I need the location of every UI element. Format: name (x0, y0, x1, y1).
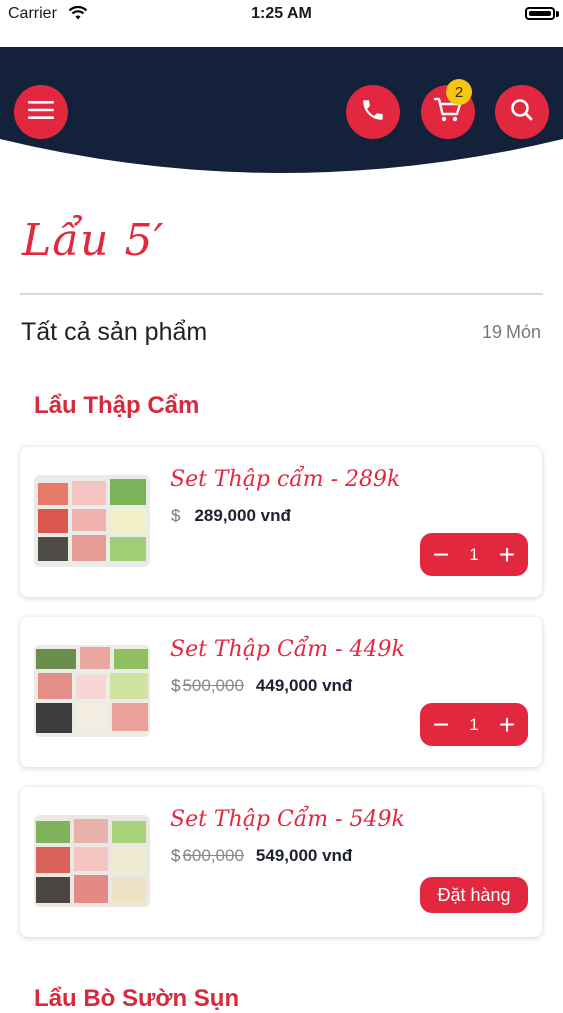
cart-count-badge: 2 (446, 79, 472, 105)
product-name: Set Thập cẩm - 289k (170, 467, 401, 492)
search-button[interactable] (495, 85, 549, 139)
current-price: 449,000 vnđ (255, 676, 353, 695)
clock: 1:25 AM (251, 5, 312, 22)
increase-button[interactable]: + (496, 710, 518, 739)
quantity-stepper[interactable]: − 1 + (420, 703, 528, 746)
search-icon (509, 97, 535, 128)
product-image (34, 645, 150, 737)
product-name: Set Thập Cẩm - 549k (170, 807, 405, 832)
current-price: 549,000 vnđ (255, 846, 353, 865)
product-card[interactable]: Set Thập Cẩm - 549k $600,000 549,000 vnđ … (20, 787, 542, 937)
quantity-value: 1 (469, 544, 479, 564)
currency-symbol: $ (171, 846, 181, 865)
product-image (34, 475, 150, 567)
product-card[interactable]: Set Thập Cẩm - 449k $500,000 449,000 vnđ … (20, 617, 542, 767)
price-row: $600,000 549,000 vnđ (171, 846, 352, 866)
battery-icon (525, 7, 555, 20)
menu-icon (28, 100, 54, 125)
section-title: Lẩu Thập Cẩm (34, 392, 200, 419)
product-count-unit: Món (505, 322, 541, 342)
increase-button[interactable]: + (496, 540, 518, 569)
product-card[interactable]: Set Thập cẩm - 289k $289,000 vnđ − 1 + (20, 447, 542, 597)
decrease-button[interactable]: − (430, 540, 452, 569)
product-count: 19 Món (478, 322, 541, 343)
price-row: $500,000 449,000 vnđ (171, 676, 352, 696)
store-title: Lẩu 5′ (22, 215, 165, 266)
status-bar: Carrier 1:25 AM (0, 0, 563, 30)
original-price: 500,000 (182, 676, 244, 695)
product-count-number: 19 (481, 322, 502, 342)
price-row: $289,000 vnđ (171, 506, 291, 526)
quantity-value: 1 (469, 714, 479, 734)
order-button[interactable]: Đặt hàng (420, 877, 528, 913)
section-title: Lẩu Bò Sườn Sụn (34, 985, 240, 1012)
currency-symbol: $ (171, 506, 181, 525)
phone-icon (360, 97, 386, 128)
quantity-stepper[interactable]: − 1 + (420, 533, 528, 576)
menu-button[interactable] (14, 85, 68, 139)
decrease-button[interactable]: − (430, 710, 452, 739)
divider (20, 293, 543, 295)
header-background (0, 47, 563, 173)
original-price: 600,000 (182, 846, 244, 865)
battery-cap (556, 11, 559, 17)
currency-symbol: $ (171, 676, 181, 695)
app-header: 2 (0, 47, 563, 177)
call-button[interactable] (346, 85, 400, 139)
product-name: Set Thập Cẩm - 449k (170, 637, 405, 662)
product-image (34, 815, 150, 907)
all-products-heading: Tất cả sản phẩm (21, 318, 208, 346)
current-price: 289,000 vnđ (194, 506, 291, 525)
